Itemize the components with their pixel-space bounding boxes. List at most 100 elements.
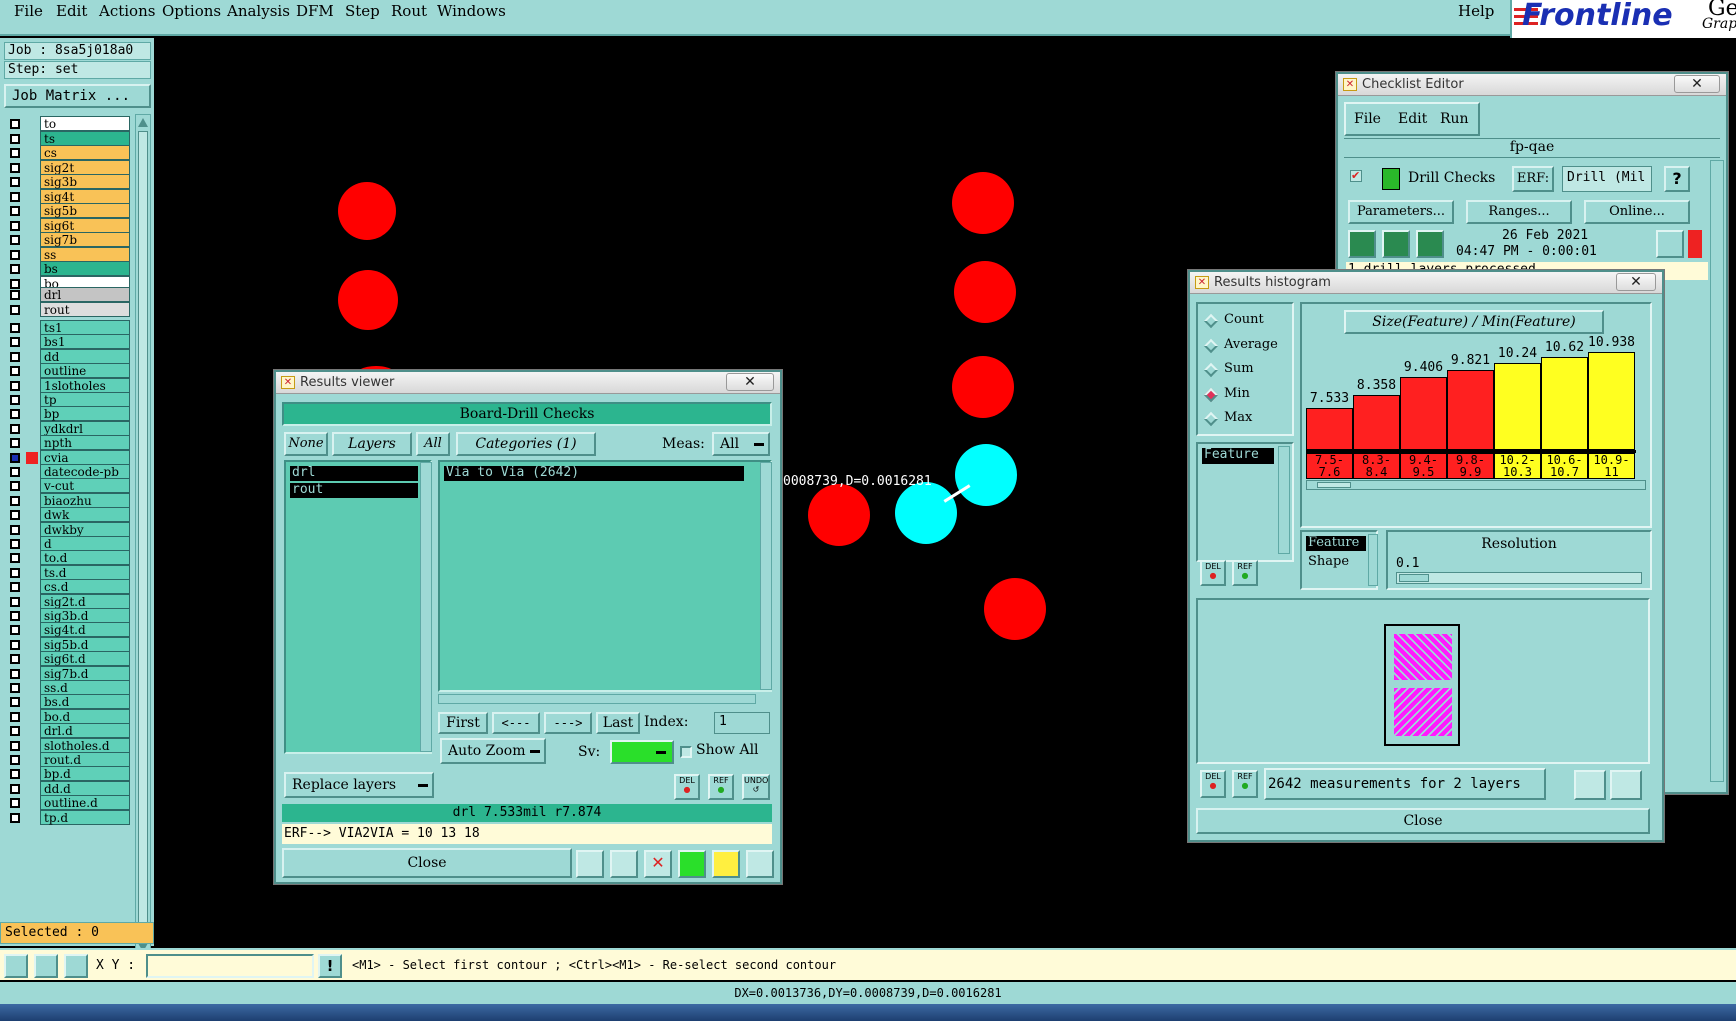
layer-checkbox[interactable] — [10, 438, 20, 449]
layer-name[interactable]: bs1 — [40, 334, 130, 350]
attribute-feature[interactable]: Feature — [1306, 536, 1366, 551]
layer-name[interactable]: bp.d — [40, 766, 130, 782]
menu-analysis[interactable]: Analysis — [227, 2, 290, 20]
histogram-close-button[interactable]: Close — [1196, 808, 1650, 834]
ref-button[interactable]: REF ● — [1232, 560, 1258, 586]
layer-name[interactable]: outline — [40, 363, 130, 379]
results-close-button[interactable]: Close — [282, 848, 572, 878]
meas-dropdown[interactable]: All — [712, 432, 770, 456]
select-tool-icon[interactable] — [4, 954, 28, 978]
layer-name[interactable]: biaozhu — [40, 492, 130, 508]
grid-tool-icon[interactable] — [64, 954, 88, 978]
last-button[interactable]: Last — [596, 712, 640, 734]
layer-checkbox[interactable] — [10, 481, 20, 492]
slider-thumb[interactable] — [1399, 574, 1429, 582]
layer-item-rout[interactable]: rout — [290, 483, 418, 498]
attribute-scrollbar[interactable] — [1368, 534, 1378, 586]
layer-checkbox[interactable] — [10, 711, 20, 722]
index-input[interactable]: 1 — [714, 712, 770, 734]
layer-name[interactable]: dd — [40, 348, 130, 364]
layer-name[interactable]: sig7b.d — [40, 665, 130, 681]
check-name[interactable]: Drill Checks — [1408, 170, 1495, 186]
layer-list-scrollbar[interactable] — [420, 462, 432, 752]
layer-checkbox[interactable] — [10, 177, 20, 187]
layer-checkbox[interactable] — [10, 304, 20, 315]
layer-checkbox[interactable] — [10, 524, 20, 535]
layer-name[interactable]: drl — [40, 287, 130, 302]
ranges-button[interactable]: Ranges... — [1466, 200, 1572, 224]
replace-layers-dropdown[interactable]: Replace layers — [284, 772, 434, 798]
layer-list-scrollbar[interactable] — [135, 114, 151, 956]
layer-checkbox[interactable] — [10, 553, 20, 564]
prev-button[interactable]: <--- — [492, 712, 540, 734]
bin-range-label[interactable]: 9.8- 9.9 — [1447, 453, 1494, 479]
layer-checkbox[interactable] — [10, 409, 20, 420]
layer-name[interactable]: sig4t.d — [40, 622, 130, 638]
erf-button[interactable]: ERF: — [1512, 166, 1554, 192]
layer-checkbox[interactable] — [10, 596, 20, 607]
layer-name[interactable]: npth — [40, 435, 130, 451]
del-button[interactable]: DEL ● — [1200, 560, 1226, 586]
layer-name[interactable]: dwkby — [40, 521, 130, 537]
layer-checkbox[interactable] — [10, 495, 20, 506]
results-viewer-titlebar[interactable]: ✕ Results viewer ✕ — [276, 372, 780, 394]
layer-name[interactable]: to — [40, 116, 130, 131]
bin-range-label[interactable]: 10.2- 10.3 — [1494, 453, 1541, 479]
scroll-thumb[interactable] — [138, 131, 148, 939]
layer-checkbox[interactable] — [10, 683, 20, 693]
layer-checkbox[interactable] — [10, 625, 20, 636]
close-icon[interactable]: ✕ — [1616, 273, 1656, 291]
xy-input[interactable] — [146, 954, 314, 978]
help-button[interactable]: ? — [1664, 166, 1690, 192]
drill-hole[interactable] — [984, 578, 1046, 640]
del-button[interactable]: DEL ● — [674, 774, 700, 800]
mode-label-average[interactable]: Average — [1224, 337, 1278, 352]
bin-range-label[interactable]: 9.4- 9.5 — [1400, 453, 1447, 479]
checklist-menu-edit[interactable]: Edit — [1398, 111, 1427, 127]
histogram-bar[interactable] — [1494, 363, 1541, 450]
mode-radio-average[interactable] — [1203, 338, 1219, 353]
run-icon[interactable] — [1348, 230, 1376, 258]
mode-label-sum[interactable]: Sum — [1224, 361, 1254, 376]
mode-radio-min[interactable] — [1203, 387, 1219, 402]
checklist-scrollbar[interactable] — [1710, 160, 1724, 782]
checklist-menu-run[interactable]: Run — [1440, 111, 1469, 127]
histogram-bar[interactable] — [1306, 408, 1353, 450]
numbering-icon[interactable] — [678, 850, 706, 878]
layer-checkbox[interactable] — [10, 423, 20, 434]
layer-checkbox[interactable] — [10, 235, 20, 245]
select-all-button[interactable]: All — [416, 432, 450, 456]
auto-zoom-dropdown[interactable]: Auto Zoom — [440, 738, 546, 764]
layer-name[interactable]: slotholes.d — [40, 737, 130, 753]
close-icon[interactable]: ✕ — [1674, 75, 1720, 93]
layer-name[interactable]: drl.d — [40, 723, 130, 739]
mode-label-min[interactable]: Min — [1224, 386, 1250, 401]
ref-button[interactable]: REF ● — [708, 774, 734, 800]
layer-name[interactable]: sig7b — [40, 232, 130, 247]
layer-name[interactable]: ydkdrl — [40, 420, 130, 436]
histogram-bar[interactable] — [1447, 370, 1494, 450]
alert-icon[interactable]: ! — [318, 954, 342, 978]
histogram-bar[interactable] — [1400, 377, 1447, 450]
category-item[interactable]: Via to Via (2642) — [444, 466, 744, 481]
stop-icon[interactable] — [1416, 230, 1444, 258]
attribute-shape[interactable]: Shape — [1308, 554, 1349, 569]
bin-range-label[interactable]: 8.3- 8.4 — [1353, 453, 1400, 479]
layer-checkbox[interactable] — [10, 740, 20, 751]
layer-checkbox[interactable] — [10, 395, 20, 405]
layer-checkbox[interactable] — [10, 191, 20, 202]
report-icon[interactable] — [712, 850, 740, 878]
drill-hole[interactable] — [954, 261, 1016, 323]
bin-range-label[interactable]: 10.6- 10.7 — [1541, 453, 1588, 479]
menu-file[interactable]: File — [14, 2, 43, 20]
ref-button[interactable]: REF ● — [1232, 770, 1258, 798]
histogram-titlebar[interactable]: ✕ Results histogram ✕ — [1190, 272, 1662, 294]
resolution-slider[interactable] — [1396, 572, 1642, 584]
layer-checkbox[interactable] — [10, 539, 20, 549]
layer-name[interactable]: ts — [40, 130, 130, 146]
export-icon[interactable] — [1610, 770, 1642, 800]
layer-name[interactable]: sig6t — [40, 217, 130, 233]
layer-checkbox[interactable] — [10, 697, 20, 708]
layer-checkbox[interactable] — [10, 668, 20, 679]
bin-range-label[interactable]: 7.5- 7.6 — [1306, 453, 1353, 479]
